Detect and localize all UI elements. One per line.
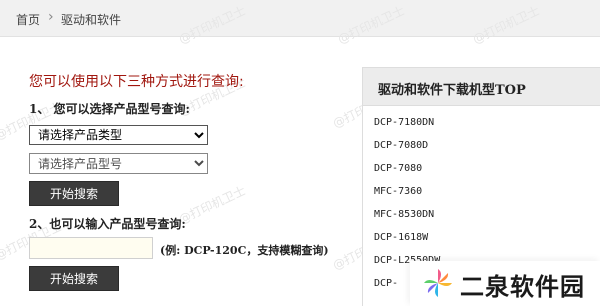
top-model-item[interactable]: DCP-7080D (363, 134, 600, 157)
search-hint: (例: DCP-120C，支持模糊查询) (160, 244, 329, 257)
top-model-item[interactable]: MFC-8530DN (363, 203, 600, 226)
top-model-item[interactable]: DCP-7180DN (363, 111, 600, 134)
step1-label: 1、 您可以选择产品型号查询: (29, 102, 190, 116)
model-search-input[interactable] (29, 237, 153, 259)
start-search-button-2[interactable]: 开始搜索 (29, 266, 119, 291)
breadcrumb-home-link[interactable]: 首页 (16, 11, 40, 28)
product-type-select[interactable]: 请选择产品类型 (29, 125, 208, 145)
site-logo-badge: 二泉软件园 (410, 261, 600, 306)
breadcrumb-current: 驱动和软件 (61, 13, 122, 27)
pinwheel-logo-icon (424, 269, 452, 297)
query-heading: 您可以使用以下三种方式进行查询: (29, 74, 244, 90)
top-model-item[interactable]: DCP-1618W (363, 226, 600, 249)
top-model-item[interactable]: MFC-7360 (363, 180, 600, 203)
breadcrumb: 首页 › 驱动和软件 (0, 0, 600, 37)
site-logo-text: 二泉软件园 (460, 273, 585, 301)
product-model-select[interactable]: 请选择产品型号 (29, 153, 208, 174)
top-models-title: 驱动和软件下载机型TOP (363, 68, 600, 106)
breadcrumb-separator-icon: › (48, 9, 54, 25)
step2-label: 2、也可以输入产品型号查询: (29, 217, 186, 231)
start-search-button[interactable]: 开始搜索 (29, 181, 119, 206)
watermark: @打印机卫士 (176, 183, 248, 227)
top-model-item[interactable]: DCP-7080 (363, 157, 600, 180)
